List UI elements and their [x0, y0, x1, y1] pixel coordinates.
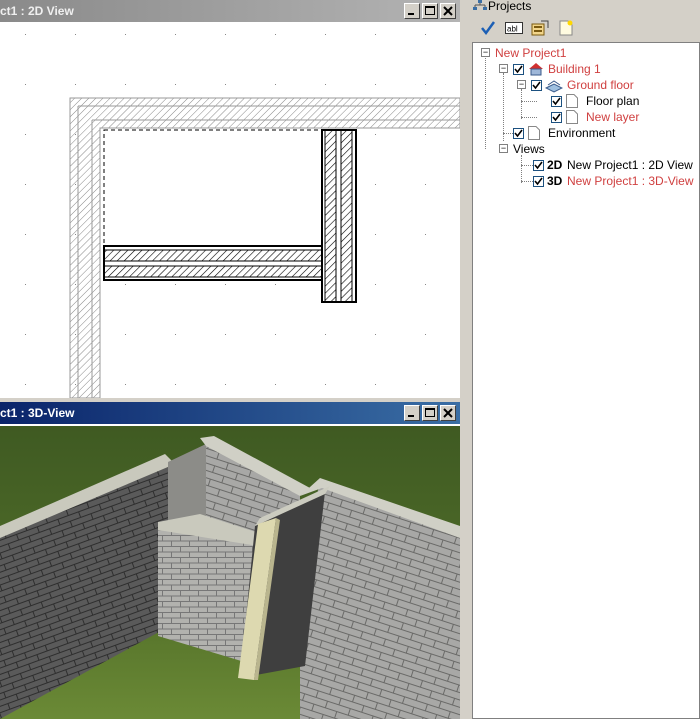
document-icon — [566, 110, 578, 124]
svg-text:abl: abl — [507, 25, 518, 34]
floor-expander[interactable]: − — [517, 80, 526, 89]
environment-checkbox[interactable] — [513, 128, 524, 139]
close-button[interactable] — [440, 405, 456, 421]
tree-item-floor-plan[interactable]: Floor plan — [586, 93, 639, 109]
tree-item-view-3d[interactable]: New Project1 : 3D-View — [567, 173, 694, 189]
new-item-button[interactable] — [556, 18, 576, 38]
view-2d-window[interactable]: ct1 : 2D View — [0, 0, 460, 398]
minimize-icon — [408, 13, 414, 15]
building-expander[interactable]: − — [499, 64, 508, 73]
tree-item-view-2d[interactable]: New Project1 : 2D View — [567, 157, 693, 173]
rename-button[interactable]: abl — [504, 18, 524, 38]
views-expander[interactable]: − — [499, 144, 508, 153]
tree-item-ground-floor[interactable]: Ground floor — [567, 77, 634, 93]
document-icon — [528, 126, 540, 140]
projects-title: Projects — [488, 0, 532, 13]
building-label: Building 1 — [548, 62, 601, 76]
new-layer-checkbox[interactable] — [551, 112, 562, 123]
projects-toolbar: abl — [472, 14, 700, 42]
check-button[interactable] — [478, 18, 498, 38]
3d-scene-canvas[interactable] — [0, 426, 460, 719]
floor-plan-canvas[interactable] — [0, 24, 460, 398]
maximize-icon — [425, 6, 435, 15]
floor-label: Ground floor — [567, 78, 634, 92]
tree-item-project[interactable]: New Project1 — [495, 45, 566, 61]
minimize-button[interactable] — [404, 405, 420, 421]
tree-item-environment[interactable]: Environment — [548, 125, 615, 141]
view-2d-titlebar[interactable]: ct1 : 2D View — [0, 0, 460, 22]
maximize-button[interactable] — [422, 405, 438, 421]
view-2d-tag: 2D — [547, 158, 563, 172]
view-3d-title: ct1 : 3D-View — [0, 406, 75, 420]
floor-plan-label: Floor plan — [586, 94, 640, 108]
view-3d-window[interactable]: ct1 : 3D-View — [0, 402, 460, 719]
tree-item-new-layer[interactable]: New layer — [586, 109, 639, 125]
building-icon — [529, 63, 543, 76]
view-2d-title: ct1 : 2D View — [0, 4, 74, 18]
project-tree[interactable]: − New Project1 − Building 1 − Ground flo… — [472, 42, 700, 719]
projects-panel: Projects abl − New Project1 − Building 1… — [472, 0, 700, 719]
splitter-vertical[interactable] — [460, 0, 472, 719]
view-2d-label: New Project1 : 2D View — [567, 158, 693, 172]
new-layer-label: New layer — [586, 110, 640, 124]
view-2d-checkbox[interactable] — [533, 160, 544, 171]
view-3d-tag: 3D — [547, 174, 563, 188]
check-icon — [481, 21, 496, 36]
minimize-button[interactable] — [404, 3, 420, 19]
maximize-icon — [425, 408, 435, 417]
floor-plan-checkbox[interactable] — [551, 96, 562, 107]
tree-item-building[interactable]: Building 1 — [548, 61, 601, 77]
close-icon — [443, 408, 453, 418]
close-button[interactable] — [440, 3, 456, 19]
minimize-icon — [408, 415, 414, 417]
view-3d-titlebar[interactable]: ct1 : 3D-View — [0, 402, 460, 424]
building-checkbox[interactable] — [513, 64, 524, 75]
maximize-button[interactable] — [422, 3, 438, 19]
properties-icon — [531, 20, 549, 36]
rename-icon: abl — [505, 22, 523, 34]
floor-plan-drawing — [0, 24, 460, 398]
floor-checkbox[interactable] — [531, 80, 542, 91]
3d-scene — [0, 426, 460, 719]
environment-label: Environment — [548, 126, 616, 140]
view-3d-checkbox[interactable] — [533, 176, 544, 187]
close-icon — [443, 6, 453, 16]
new-icon — [559, 20, 573, 36]
projects-icon — [473, 0, 487, 10]
tree-item-views[interactable]: Views — [513, 141, 545, 157]
document-icon — [566, 94, 578, 108]
views-label: Views — [513, 142, 545, 156]
project-expander[interactable]: − — [481, 48, 490, 57]
floor-icon — [545, 80, 563, 93]
properties-button[interactable] — [530, 18, 550, 38]
view-3d-label: New Project1 : 3D-View — [567, 174, 694, 188]
project-label: New Project1 — [495, 46, 567, 60]
projects-header: Projects — [472, 0, 700, 14]
